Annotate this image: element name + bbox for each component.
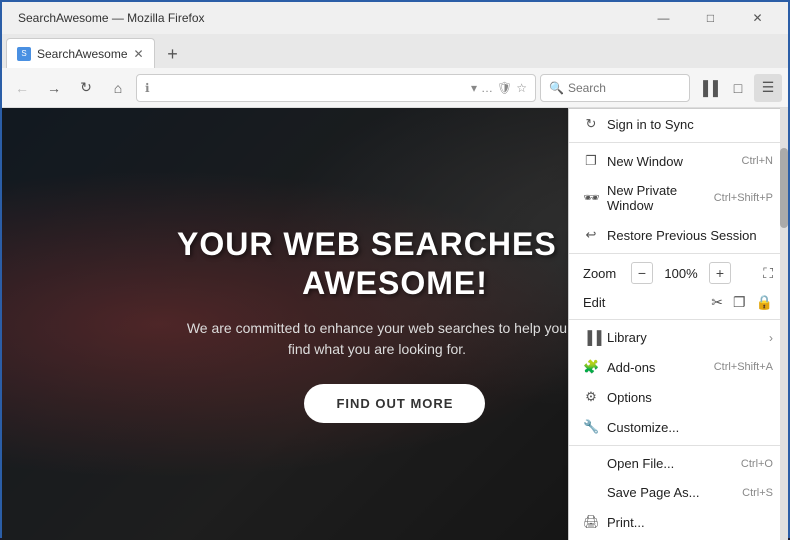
separator-2 xyxy=(569,253,787,254)
menu-item-customize[interactable]: 🔧 Customize... xyxy=(569,412,787,442)
copy-icon[interactable]: ❐ xyxy=(733,294,746,311)
scrollbar[interactable] xyxy=(780,108,788,540)
separator-1 xyxy=(569,142,787,143)
search-icon: 🔍 xyxy=(549,81,564,95)
edit-icons: ✂ ❐ 🔒 xyxy=(711,294,773,311)
new-window-icon: ❐ xyxy=(583,153,599,169)
menu-item-save-page[interactable]: Save Page As... Ctrl+S xyxy=(569,478,787,507)
save-page-label: Save Page As... xyxy=(607,485,700,500)
tab-bar: S SearchAwesome ✕ + xyxy=(2,34,788,68)
edit-label: Edit xyxy=(583,295,623,310)
sync-menu-icon: ↻ xyxy=(583,116,599,132)
menu-item-options[interactable]: ⚙ Options xyxy=(569,382,787,412)
paste-icon[interactable]: 🔒 xyxy=(756,294,773,311)
toolbar-icons: ▐▐ □ ☰ xyxy=(694,74,782,102)
new-private-shortcut: Ctrl+Shift+P xyxy=(714,192,773,204)
tab-favicon: S xyxy=(17,47,31,61)
reload-button[interactable]: ↻ xyxy=(72,74,100,102)
addons-shortcut: Ctrl+Shift+A xyxy=(714,361,773,373)
close-button[interactable]: ✕ xyxy=(735,4,780,32)
menu-item-sign-in[interactable]: ↻ Sign in to Sync xyxy=(569,109,787,139)
title-bar: SearchAwesome — Mozilla Firefox — □ ✕ xyxy=(2,2,788,34)
edit-row: Edit ✂ ❐ 🔒 xyxy=(569,289,787,316)
dropdown-menu: ↻ Sign in to Sync ❐ New Window Ctrl+N 🕶 … xyxy=(568,108,788,540)
save-page-shortcut: Ctrl+S xyxy=(742,487,773,499)
menu-item-open-file[interactable]: Open File... Ctrl+O xyxy=(569,449,787,478)
addons-icon: 🧩 xyxy=(583,359,599,375)
customize-icon: 🔧 xyxy=(583,419,599,435)
new-tab-button[interactable]: + xyxy=(159,40,187,68)
library-arrow: › xyxy=(769,331,773,345)
private-window-icon: 🕶 xyxy=(583,190,599,206)
url-arrow-icon: ▾ xyxy=(471,81,477,95)
menu-button[interactable]: ☰ xyxy=(754,74,782,102)
zoom-fullscreen-button[interactable]: ⛶ xyxy=(763,265,773,282)
url-icons: ▾ … 🛡 ☆ xyxy=(471,81,527,95)
print-label: Print... xyxy=(607,515,645,530)
restore-icon: ↩ xyxy=(583,227,599,243)
separator-3 xyxy=(569,319,787,320)
restore-session-label: Restore Previous Session xyxy=(607,228,757,243)
zoom-in-button[interactable]: + xyxy=(709,262,731,284)
tab-close-button[interactable]: ✕ xyxy=(134,47,144,61)
maximize-button[interactable]: □ xyxy=(688,4,733,32)
zoom-out-button[interactable]: − xyxy=(631,262,653,284)
scrollbar-thumb[interactable] xyxy=(780,148,788,228)
menu-item-library[interactable]: ▐▐ Library › xyxy=(569,323,787,352)
sync-icon[interactable]: □ xyxy=(724,74,752,102)
menu-item-new-private[interactable]: 🕶 New Private Window Ctrl+Shift+P xyxy=(569,176,787,220)
library-label: Library xyxy=(607,330,647,345)
search-bar[interactable]: 🔍 xyxy=(540,74,690,102)
open-file-label: Open File... xyxy=(607,456,674,471)
home-button[interactable]: ⌂ xyxy=(104,74,132,102)
tab-label: SearchAwesome xyxy=(37,47,128,61)
minimize-button[interactable]: — xyxy=(641,4,686,32)
library-menu-icon: ▐▐ xyxy=(583,330,599,345)
hero-subtitle: We are committed to enhance your web sea… xyxy=(177,318,577,360)
zoom-label: Zoom xyxy=(583,266,623,281)
new-private-label: New Private Window xyxy=(607,183,706,213)
find-out-more-button[interactable]: FIND OUT MORE xyxy=(304,384,485,423)
window-controls: — □ ✕ xyxy=(641,4,780,32)
title-text: SearchAwesome — Mozilla Firefox xyxy=(18,11,205,25)
separator-4 xyxy=(569,445,787,446)
url-bar[interactable]: ℹ ▾ … 🛡 ☆ xyxy=(136,74,536,102)
forward-button[interactable]: → xyxy=(40,74,68,102)
back-button[interactable]: ← xyxy=(8,74,36,102)
cut-icon[interactable]: ✂ xyxy=(711,294,723,311)
new-window-label: New Window xyxy=(607,154,683,169)
sign-in-label: Sign in to Sync xyxy=(607,117,694,132)
open-file-shortcut: Ctrl+O xyxy=(741,458,773,470)
url-info-icon: ℹ xyxy=(145,81,150,95)
zoom-row: Zoom − 100% + ⛶ xyxy=(569,257,787,289)
options-label: Options xyxy=(607,390,652,405)
url-shield-icon: 🛡 xyxy=(497,81,512,95)
library-icon[interactable]: ▐▐ xyxy=(694,74,722,102)
hero-title: YOUR WEB SEARCHES BE AWESOME! xyxy=(177,225,613,302)
active-tab[interactable]: S SearchAwesome ✕ xyxy=(6,38,155,68)
addons-label: Add-ons xyxy=(607,360,655,375)
menu-item-addons[interactable]: 🧩 Add-ons Ctrl+Shift+A xyxy=(569,352,787,382)
zoom-value: 100% xyxy=(661,266,701,281)
menu-item-restore-session[interactable]: ↩ Restore Previous Session xyxy=(569,220,787,250)
nav-bar: ← → ↻ ⌂ ℹ ▾ … 🛡 ☆ 🔍 ▐▐ □ ☰ xyxy=(2,68,788,108)
menu-item-new-window[interactable]: ❐ New Window Ctrl+N xyxy=(569,146,787,176)
print-icon: 🖨 xyxy=(583,514,599,530)
new-window-shortcut: Ctrl+N xyxy=(742,155,773,167)
url-star-icon[interactable]: ☆ xyxy=(516,81,527,95)
options-icon: ⚙ xyxy=(583,389,599,405)
page-content: YOUR WEB SEARCHES BE AWESOME! We are com… xyxy=(2,108,788,540)
menu-item-print[interactable]: 🖨 Print... xyxy=(569,507,787,537)
customize-label: Customize... xyxy=(607,420,679,435)
url-more-icon[interactable]: … xyxy=(481,81,493,95)
search-input[interactable] xyxy=(568,81,668,95)
hero-text: YOUR WEB SEARCHES BE AWESOME! We are com… xyxy=(177,225,613,423)
